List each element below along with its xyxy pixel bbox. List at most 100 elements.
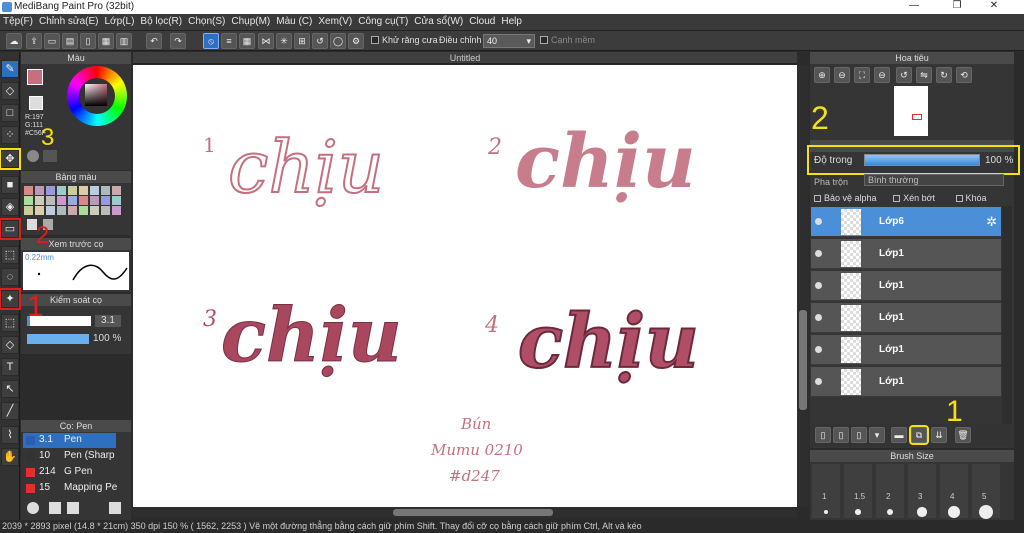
select-eraser-tool-icon[interactable]: ◇ xyxy=(1,336,19,354)
menu-help[interactable]: Help xyxy=(498,14,525,27)
eye-icon[interactable] xyxy=(815,378,822,385)
palette-swatch[interactable] xyxy=(35,196,44,205)
palette-swatch[interactable] xyxy=(101,206,110,215)
folder-icon[interactable]: ▬ xyxy=(891,427,907,443)
brush-size-value[interactable]: 3.1 xyxy=(95,315,121,327)
palette-swatch[interactable] xyxy=(57,206,66,215)
undo-icon[interactable]: ↶ xyxy=(146,33,162,49)
rotate-left-icon[interactable]: ↺ xyxy=(896,67,912,83)
cloud-icon[interactable]: ☁ xyxy=(6,33,22,49)
canvas-horizontal-scrollbar[interactable] xyxy=(133,507,797,518)
layer-scrollbar[interactable] xyxy=(1002,206,1012,424)
material-icon[interactable]: ▤ xyxy=(62,33,78,49)
zoom-in-icon[interactable]: ⊕ xyxy=(814,67,830,83)
divide-tool-icon[interactable]: ╱ xyxy=(1,402,19,420)
antialias-checkbox[interactable] xyxy=(371,36,379,44)
palette-icon[interactable] xyxy=(27,150,39,162)
palette-swatch[interactable] xyxy=(79,206,88,215)
move-tool-icon[interactable]: ✥ xyxy=(0,148,21,170)
maximize-button[interactable]: ❐ xyxy=(943,0,971,14)
snap-circle-icon[interactable]: ◯ xyxy=(330,33,346,49)
snap-curve-icon[interactable]: ↺ xyxy=(312,33,328,49)
palette-swatch[interactable] xyxy=(46,196,55,205)
palette-swatch[interactable] xyxy=(101,196,110,205)
vertical-scroll-thumb[interactable] xyxy=(799,310,807,410)
merge-down-icon[interactable]: ⇊ xyxy=(931,427,947,443)
eye-icon[interactable] xyxy=(815,282,822,289)
palette-swatch[interactable] xyxy=(90,196,99,205)
actual-size-icon[interactable]: ⊖ xyxy=(874,67,890,83)
palette-swatch[interactable] xyxy=(112,206,121,215)
layer-row[interactable]: Lớp1 xyxy=(811,335,1001,365)
palette-swatch[interactable] xyxy=(35,206,44,215)
menu-window[interactable]: Cửa sổ(W) xyxy=(411,14,466,27)
eye-icon[interactable] xyxy=(815,314,822,321)
brush-settings-icon[interactable] xyxy=(67,502,79,514)
close-button[interactable]: ✕ xyxy=(980,0,1008,14)
brush-opacity-slider[interactable] xyxy=(27,334,89,344)
brush-list-item[interactable]: 3.1 Pen xyxy=(23,433,116,448)
snap-vanish-icon[interactable]: ⋈ xyxy=(258,33,274,49)
zoom-out-icon[interactable]: ⊖ xyxy=(834,67,850,83)
fit-icon[interactable]: ⛶ xyxy=(854,67,870,83)
palette-swatch[interactable] xyxy=(79,196,88,205)
foreground-color-swatch[interactable] xyxy=(27,69,43,85)
palette-swatch[interactable] xyxy=(112,196,121,205)
blend-mode-select[interactable]: Bình thường xyxy=(864,174,1004,186)
horizontal-scroll-thumb[interactable] xyxy=(393,509,553,516)
eyedropper-tool-icon[interactable]: ⌇ xyxy=(1,426,19,444)
palette-swatch[interactable] xyxy=(90,206,99,215)
palette-swatch[interactable] xyxy=(35,186,44,195)
palette-swatch[interactable] xyxy=(68,206,77,215)
menu-select[interactable]: Chọn(S) xyxy=(185,14,228,27)
brush-size-cell[interactable]: 4 xyxy=(940,464,968,518)
menu-filter[interactable]: Bộ lọc(R) xyxy=(137,14,185,27)
panel-icon[interactable]: ▥ xyxy=(116,33,132,49)
eye-icon[interactable] xyxy=(815,250,822,257)
canvas-tab[interactable]: Untitled xyxy=(133,52,797,64)
lasso-tool-icon[interactable]: ◌ xyxy=(1,268,19,286)
gear-icon[interactable]: ✲ xyxy=(986,214,997,230)
layer-row[interactable]: Lớp1 xyxy=(811,367,1001,397)
new-halftone-layer-icon[interactable]: ▯ xyxy=(833,427,849,443)
layer-opacity-slider[interactable] xyxy=(864,154,980,166)
brush-size-cell[interactable]: 2 xyxy=(876,464,904,518)
settings-icon[interactable]: ⚙ xyxy=(348,33,364,49)
brush-size-cell[interactable]: 5 xyxy=(972,464,1000,519)
menu-view[interactable]: Xem(V) xyxy=(315,14,355,27)
palette-swatch[interactable] xyxy=(79,186,88,195)
rotate-right-icon[interactable]: ↻ xyxy=(936,67,952,83)
add-layer-menu-icon[interactable]: ▾ xyxy=(869,427,885,443)
new-layer-icon[interactable]: ▯ xyxy=(815,427,831,443)
delete-layer-icon[interactable]: 🗑 xyxy=(955,427,971,443)
hand-tool-icon[interactable]: ✋ xyxy=(1,448,19,466)
delete-brush-icon[interactable] xyxy=(109,502,121,514)
brush-list-item[interactable]: 214 G Pen xyxy=(23,465,116,480)
soft-edge-checkbox[interactable] xyxy=(540,36,548,44)
operation-tool-icon[interactable]: ↖ xyxy=(1,380,19,398)
brush-list-item[interactable]: 10 Pen (Sharp xyxy=(23,449,116,464)
navigator-thumbnail[interactable] xyxy=(894,86,928,136)
palette-swatch[interactable] xyxy=(112,186,121,195)
comment-icon[interactable]: ▭ xyxy=(44,33,60,49)
palette-swatch[interactable] xyxy=(24,196,33,205)
select-tool-icon[interactable]: ⬚ xyxy=(1,246,19,264)
menu-color[interactable]: Màu (C) xyxy=(273,14,315,27)
brush-tool-icon[interactable]: ✎ xyxy=(1,60,19,78)
layer-row[interactable]: Lớp1 xyxy=(811,271,1001,301)
palette-swatch[interactable] xyxy=(68,186,77,195)
clipping-checkbox[interactable] xyxy=(893,195,901,203)
layer-row[interactable]: Lớp1 xyxy=(811,303,1001,333)
select-pen-tool-icon[interactable]: ⬚ xyxy=(1,314,19,332)
snap-perspective-icon[interactable]: ⊞ xyxy=(294,33,310,49)
palette-swatch[interactable] xyxy=(57,196,66,205)
palette-swatch[interactable] xyxy=(46,206,55,215)
layer-row[interactable]: Lớp1 xyxy=(811,239,1001,269)
palette-swatch[interactable] xyxy=(101,186,110,195)
eraser-tool-icon[interactable]: ◇ xyxy=(1,82,19,100)
snap-parallel-icon[interactable]: ≡ xyxy=(221,33,237,49)
eye-icon[interactable] xyxy=(815,346,822,353)
minimize-button[interactable]: — xyxy=(900,0,928,14)
snap-off-icon[interactable]: ⦸ xyxy=(203,33,219,49)
protect-alpha-checkbox[interactable] xyxy=(814,195,821,203)
